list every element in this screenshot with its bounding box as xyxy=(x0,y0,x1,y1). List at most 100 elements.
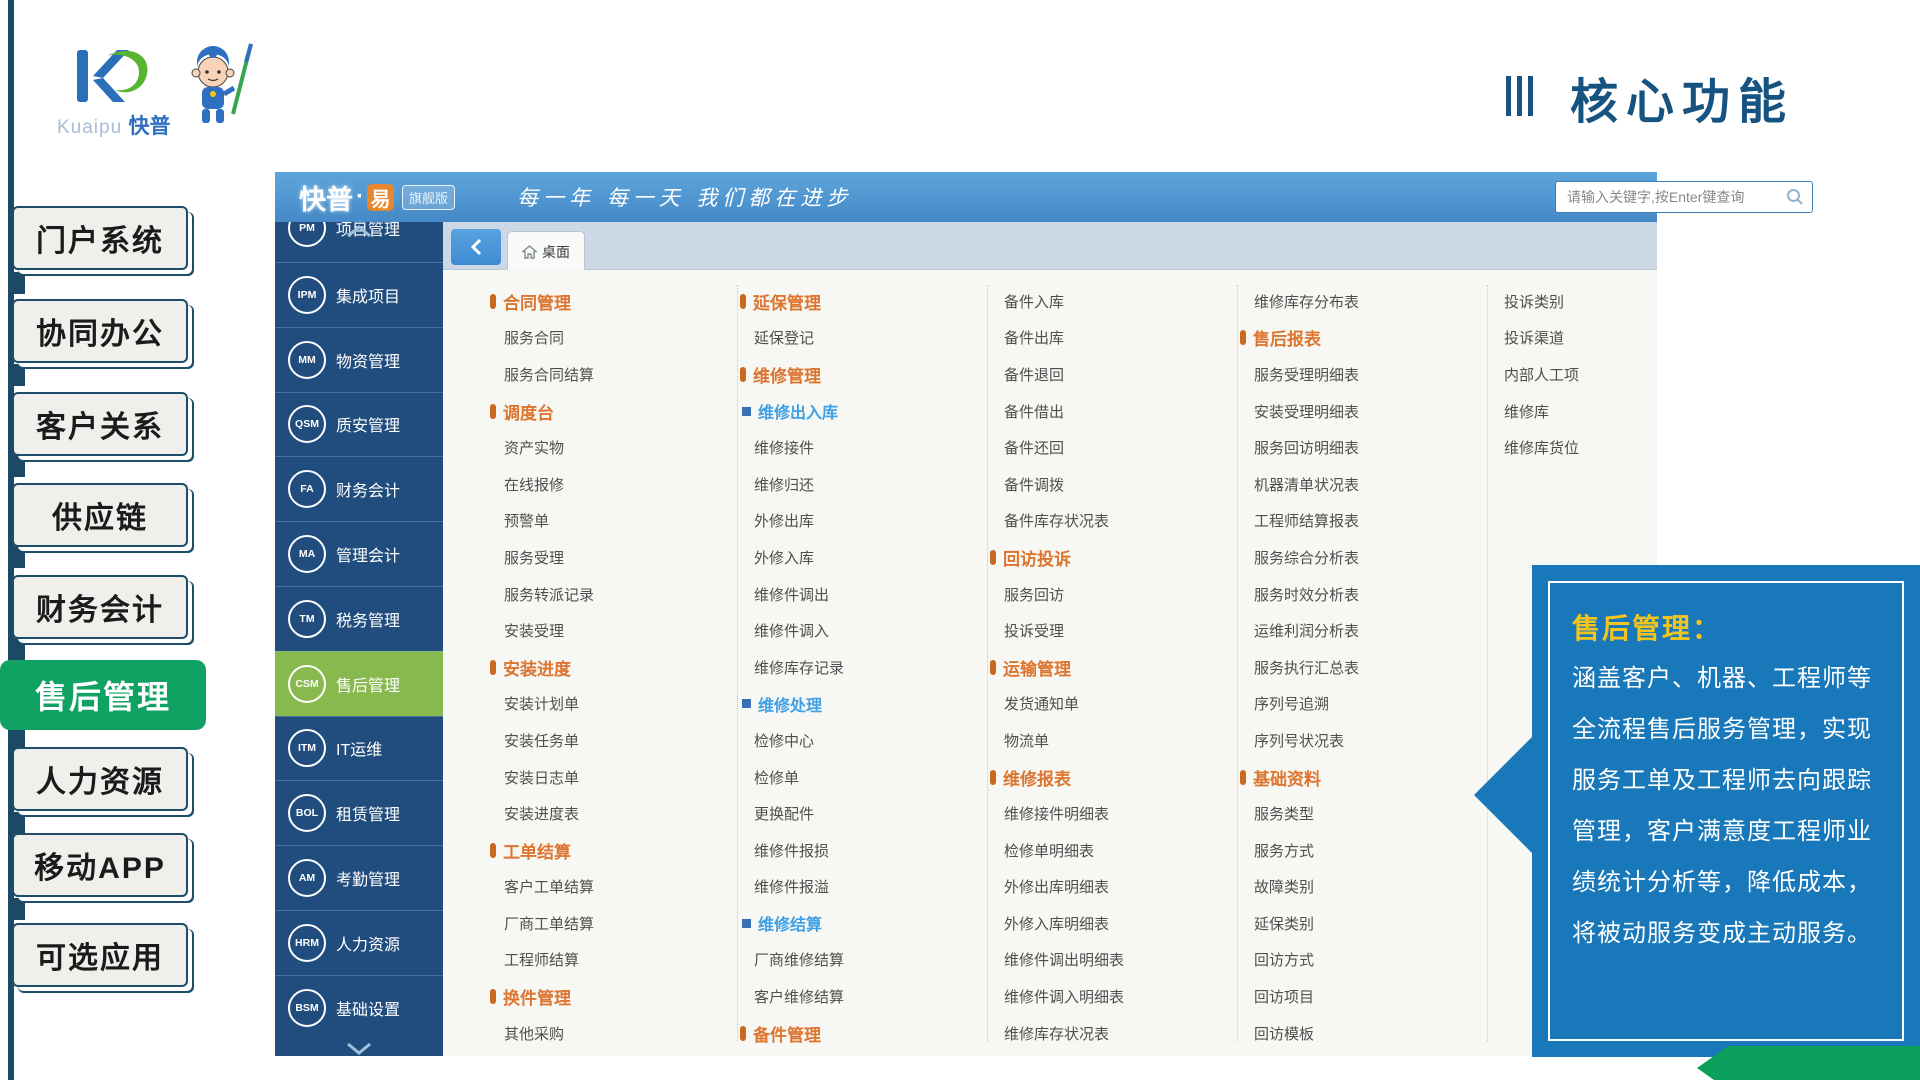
menu-item[interactable]: 服务回访 xyxy=(990,576,1230,613)
nav-item[interactable]: AM 考勤管理 xyxy=(275,845,443,910)
menu-item[interactable]: 运维利润分析表 xyxy=(1240,612,1480,649)
menu-item[interactable]: 基础资料 xyxy=(1240,759,1480,796)
menu-item[interactable]: 安装计划单 xyxy=(490,686,730,723)
menu-item[interactable]: 维修库存分布表 xyxy=(1240,283,1480,320)
menu-item[interactable]: 工程师结算 xyxy=(490,942,730,979)
search-input[interactable] xyxy=(1565,188,1778,206)
menu-item[interactable]: 维修出入库 xyxy=(740,393,980,430)
menu-item[interactable]: 其他采购 xyxy=(490,1015,730,1052)
menu-item[interactable]: 调度台 xyxy=(490,393,730,430)
nav-item[interactable]: MA 管理会计 xyxy=(275,521,443,586)
menu-item[interactable]: 备件还回 xyxy=(990,429,1230,466)
nav-item[interactable]: ITM IT运维 xyxy=(275,716,443,781)
menu-item[interactable]: 备件借出 xyxy=(990,393,1230,430)
menu-item[interactable]: 发货通知单 xyxy=(990,686,1230,723)
menu-item[interactable]: 服务综合分析表 xyxy=(1240,539,1480,576)
menu-item[interactable]: 服务合同结算 xyxy=(490,356,730,393)
menu-item[interactable]: 服务时效分析表 xyxy=(1240,576,1480,613)
menu-item[interactable]: 回访投诉 xyxy=(990,539,1230,576)
menu-item[interactable]: 服务执行汇总表 xyxy=(1240,649,1480,686)
menu-item[interactable]: 服务合同 xyxy=(490,320,730,357)
nav-item[interactable]: BOL 租赁管理 xyxy=(275,780,443,845)
sidebar-item[interactable]: 门户系统 xyxy=(12,206,188,270)
menu-item[interactable]: 运输管理 xyxy=(990,649,1230,686)
menu-item[interactable]: 安装受理 xyxy=(490,612,730,649)
menu-item[interactable]: 维修件调入明细表 xyxy=(990,978,1230,1015)
menu-item[interactable]: 延保管理 xyxy=(740,283,980,320)
nav-item[interactable]: QSM 质安管理 xyxy=(275,392,443,457)
menu-item[interactable]: 在线报修 xyxy=(490,466,730,503)
menu-item[interactable]: 序列号追溯 xyxy=(1240,686,1480,723)
menu-item[interactable]: 维修库存状况表 xyxy=(990,1015,1230,1052)
menu-item[interactable]: 延保类别 xyxy=(1240,905,1480,942)
nav-item[interactable]: FA 财务会计 xyxy=(275,456,443,521)
nav-item[interactable]: BSM 基础设置 xyxy=(275,975,443,1040)
menu-item[interactable]: 维修件调出明细表 xyxy=(990,942,1230,979)
tab-desktop[interactable]: 桌面 xyxy=(507,231,585,271)
menu-item[interactable]: 服务转派记录 xyxy=(490,576,730,613)
menu-item[interactable]: 客户维修结算 xyxy=(740,978,980,1015)
sidebar-item[interactable]: 客户关系 xyxy=(12,392,188,456)
nav-item[interactable]: TM 税务管理 xyxy=(275,586,443,651)
menu-item[interactable]: 故障类别 xyxy=(1240,869,1480,906)
menu-item[interactable]: 安装进度表 xyxy=(490,795,730,832)
list-icon[interactable] xyxy=(1841,184,1867,208)
menu-item[interactable]: 服务受理 xyxy=(490,539,730,576)
nav-scroll-down[interactable] xyxy=(275,1042,443,1056)
nav-item[interactable]: HRM 人力资源 xyxy=(275,910,443,975)
menu-item[interactable]: 内部人工项 xyxy=(1490,356,1650,393)
menu-item[interactable]: 安装进度 xyxy=(490,649,730,686)
menu-item[interactable]: 资产实物 xyxy=(490,429,730,466)
menu-item[interactable]: 维修库存记录 xyxy=(740,649,980,686)
search-icon[interactable] xyxy=(1786,188,1804,206)
sidebar-item[interactable]: 财务会计 xyxy=(12,575,188,639)
menu-item[interactable]: 服务受理明细表 xyxy=(1240,356,1480,393)
menu-item[interactable]: 服务方式 xyxy=(1240,832,1480,869)
menu-item[interactable]: 合同管理 xyxy=(490,283,730,320)
menu-item[interactable]: 备件调拨 xyxy=(990,466,1230,503)
menu-item[interactable]: 工单结算 xyxy=(490,832,730,869)
menu-item[interactable]: 备件管理 xyxy=(740,1015,980,1052)
speaker-icon[interactable] xyxy=(1893,184,1919,208)
menu-item[interactable]: 维修管理 xyxy=(740,356,980,393)
menu-item[interactable]: 回访项目 xyxy=(1240,978,1480,1015)
menu-item[interactable]: 序列号状况表 xyxy=(1240,722,1480,759)
menu-item[interactable]: 换件管理 xyxy=(490,978,730,1015)
sidebar-item[interactable]: 移动APP xyxy=(12,833,188,897)
menu-item[interactable]: 备件库存状况表 xyxy=(990,503,1230,540)
menu-item[interactable]: 外修出库 xyxy=(740,503,980,540)
menu-item[interactable]: 维修件报损 xyxy=(740,832,980,869)
menu-item[interactable]: 维修库 xyxy=(1490,393,1650,430)
menu-item[interactable]: 投诉类别 xyxy=(1490,283,1650,320)
menu-item[interactable]: 厂商工单结算 xyxy=(490,905,730,942)
menu-item[interactable]: 安装任务单 xyxy=(490,722,730,759)
menu-item[interactable]: 维修归还 xyxy=(740,466,980,503)
menu-item[interactable]: 厂商维修结算 xyxy=(740,942,980,979)
sidebar-item[interactable]: 售后管理 xyxy=(0,660,206,730)
nav-item[interactable]: IPM 集成项目 xyxy=(275,262,443,327)
menu-item[interactable]: 维修接件 xyxy=(740,429,980,466)
menu-item[interactable]: 物流单 xyxy=(990,722,1230,759)
menu-item[interactable]: 更换配件 xyxy=(740,795,980,832)
nav-scroll-up[interactable] xyxy=(275,224,443,242)
sidebar-item[interactable]: 供应链 xyxy=(12,483,188,547)
menu-item[interactable]: 检修中心 xyxy=(740,722,980,759)
nav-item[interactable]: CSM 售后管理 xyxy=(275,651,443,716)
menu-item[interactable]: 备件入库 xyxy=(990,283,1230,320)
menu-item[interactable]: 投诉渠道 xyxy=(1490,320,1650,357)
menu-item[interactable]: 工程师结算报表 xyxy=(1240,503,1480,540)
menu-item[interactable]: 预警单 xyxy=(490,503,730,540)
menu-item[interactable]: 检修单 xyxy=(740,759,980,796)
menu-item[interactable]: 检修单明细表 xyxy=(990,832,1230,869)
sidebar-item[interactable]: 可选应用 xyxy=(12,923,188,987)
menu-item[interactable]: 维修件报溢 xyxy=(740,869,980,906)
menu-item[interactable]: 外修入库明细表 xyxy=(990,905,1230,942)
menu-item[interactable]: 安装日志单 xyxy=(490,759,730,796)
sidebar-item[interactable]: 人力资源 xyxy=(12,747,188,811)
back-button[interactable] xyxy=(451,229,501,265)
sidebar-item[interactable]: 协同办公 xyxy=(12,299,188,363)
menu-item[interactable]: 服务类型 xyxy=(1240,795,1480,832)
menu-item[interactable]: 备件退回 xyxy=(990,356,1230,393)
menu-item[interactable]: 售后报表 xyxy=(1240,320,1480,357)
menu-item[interactable]: 维修处理 xyxy=(740,686,980,723)
